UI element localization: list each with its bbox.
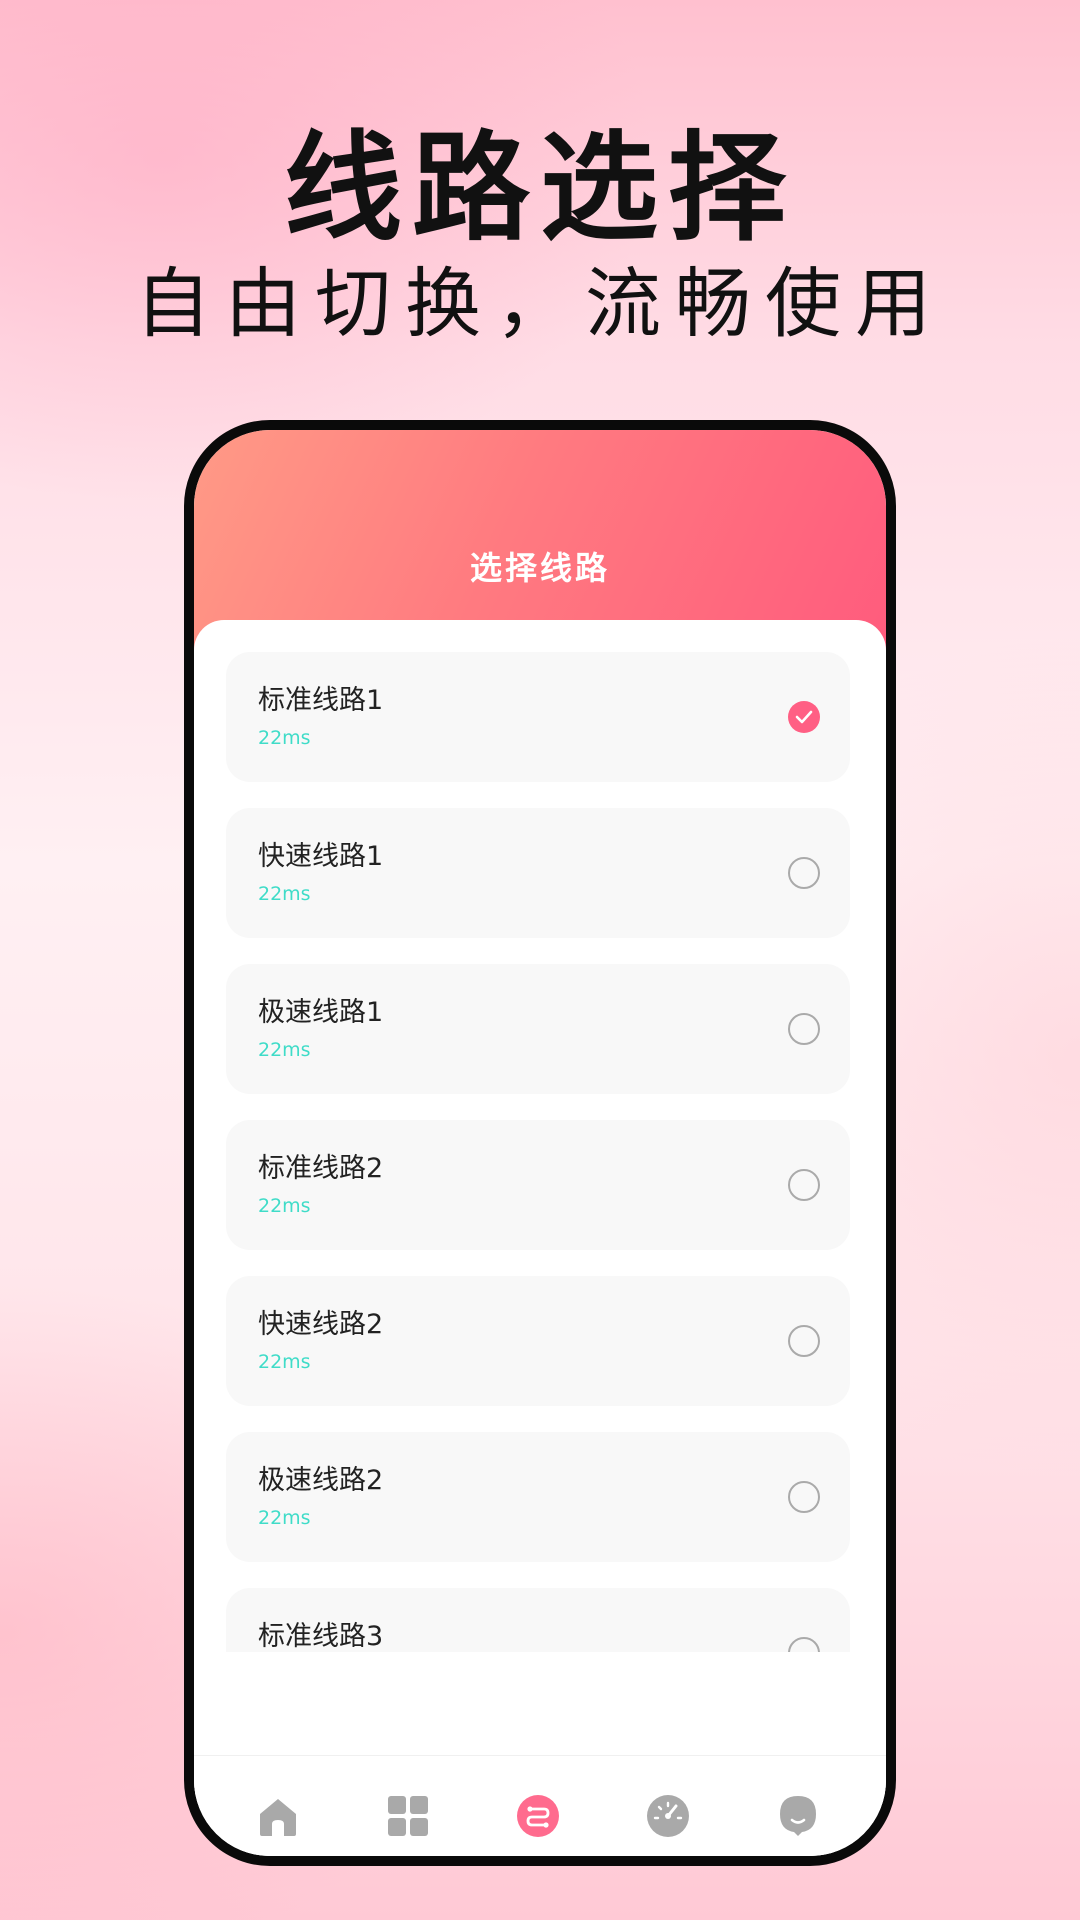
nav-routes[interactable] [516,1794,560,1838]
route-radio[interactable] [788,1325,820,1357]
route-radio[interactable] [788,1481,820,1513]
home-icon [260,1799,296,1836]
route-radio[interactable] [788,1013,820,1045]
nav-grid[interactable] [386,1794,430,1838]
bottom-nav [194,1755,886,1856]
route-item-fast-1[interactable]: 快速线路1 22ms [226,808,850,938]
route-name: 标准线路3 [258,1621,384,1652]
route-name: 极速线路1 [258,997,384,1028]
screen-title: 选择线路 [469,549,610,587]
route-latency: 22ms [258,1195,311,1217]
promo-title: 线路选择 [283,119,796,257]
route-latency: 22ms [258,727,311,749]
promo-subtitle: 自由切换，流畅使用 [135,259,945,348]
route-latency: 22ms [258,1507,311,1529]
speedometer-icon [647,1795,689,1837]
route-name: 标准线路1 [258,685,384,716]
route-latency: 22ms [258,883,311,905]
grid-icon [388,1796,428,1836]
route-item-fast-2[interactable]: 快速线路2 22ms [226,1276,850,1406]
nav-profile[interactable] [776,1794,820,1838]
route-item-turbo-1[interactable]: 极速线路1 22ms [226,964,850,1094]
route-switch-icon [517,1795,559,1837]
phone-frame: 选择线路 标准线路1 22ms 快速线路1 22ms 极速线路1 22ms 标准… [184,420,896,1866]
route-name: 极速线路2 [258,1465,384,1496]
route-latency: 22ms [258,1351,311,1373]
route-name: 标准线路2 [258,1153,384,1184]
route-radio-selected[interactable] [788,701,820,733]
nav-home[interactable] [256,1794,300,1838]
check-icon [795,710,813,724]
route-item-standard-1[interactable]: 标准线路1 22ms [226,652,850,782]
route-item-standard-2[interactable]: 标准线路2 22ms [226,1120,850,1250]
route-name: 快速线路1 [258,841,384,872]
route-latency: 22ms [258,1039,311,1061]
route-item-turbo-2[interactable]: 极速线路2 22ms [226,1432,850,1562]
route-radio[interactable] [788,857,820,889]
route-list[interactable]: 标准线路1 22ms 快速线路1 22ms 极速线路1 22ms 标准线路2 2… [226,652,850,1652]
profile-icon [780,1796,816,1836]
nav-speed[interactable] [646,1794,690,1838]
route-item-standard-3[interactable]: 标准线路3 22ms [226,1588,850,1652]
route-radio[interactable] [788,1169,820,1201]
route-radio[interactable] [788,1637,820,1652]
route-name: 快速线路2 [258,1309,384,1340]
